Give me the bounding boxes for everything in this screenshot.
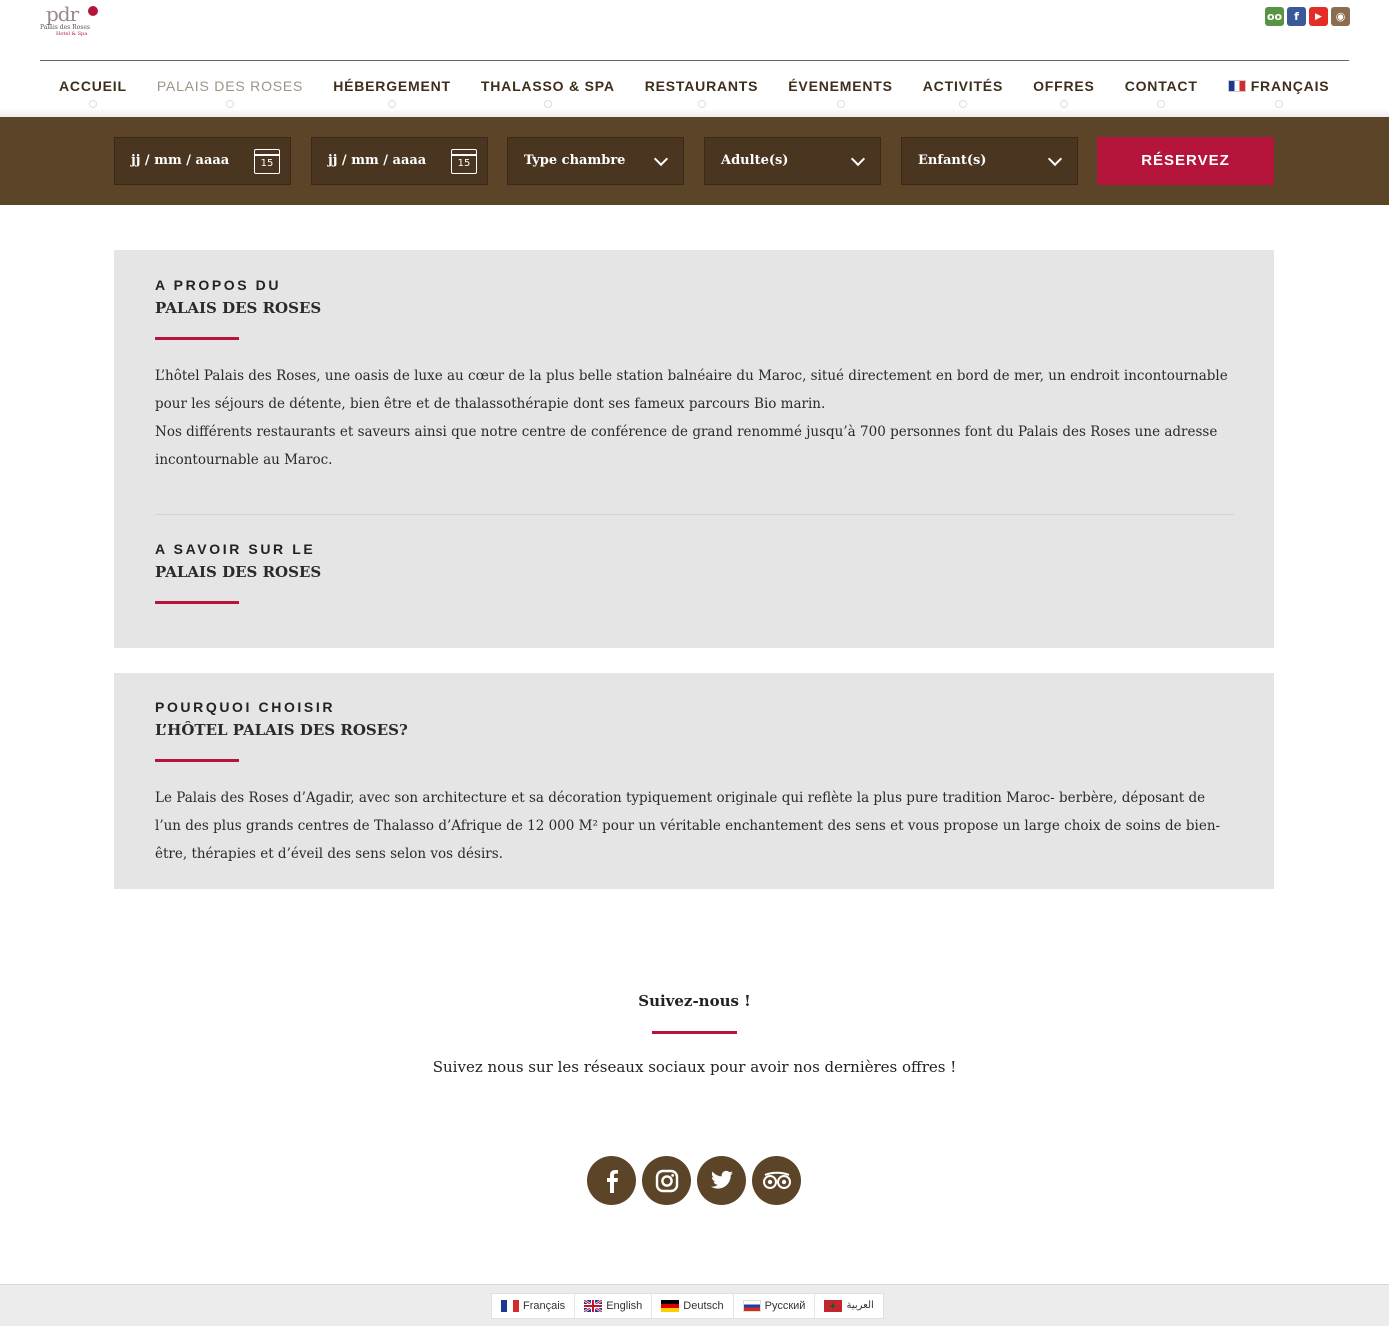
youtube-icon[interactable]: ▶ — [1309, 7, 1328, 26]
about-section: A PROPOS DU PALAIS DES ROSES L’hôtel Pal… — [114, 250, 1274, 648]
facebook-icon[interactable] — [587, 1156, 636, 1205]
logo-mark: pdr — [46, 2, 79, 26]
facebook-icon[interactable]: f — [1287, 7, 1306, 26]
nav-accueil[interactable]: ACCUEIL — [44, 72, 142, 108]
about-paragraph-2: Nos différents restaurants et saveurs ai… — [155, 424, 1218, 468]
rose-icon — [88, 6, 98, 16]
why-section: POURQUOI CHOISIR L’HÔTEL PALAIS DES ROSE… — [114, 673, 1274, 889]
german-flag-icon — [661, 1300, 680, 1312]
why-title: L’HÔTEL PALAIS DES ROSES? — [155, 721, 408, 739]
about-title: PALAIS DES ROSES — [155, 299, 322, 317]
social-top: oo f ▶ ◉ — [1265, 7, 1350, 26]
about-paragraph-1: L’hôtel Palais des Roses, une oasis de l… — [155, 368, 1228, 412]
site-header: pdr Palais des Roses Hotel & Spa oo f ▶ … — [0, 0, 1389, 112]
follow-title: Suivez-nous ! — [638, 992, 751, 1010]
uk-flag-icon — [584, 1300, 603, 1312]
lang-arabic[interactable]: العربية — [815, 1294, 882, 1318]
logo-subtitle: Palais des Roses — [40, 24, 90, 31]
header-divider — [40, 60, 1349, 61]
social-circles — [587, 1156, 801, 1205]
room-type-select[interactable]: Type chambre — [507, 137, 684, 185]
moroccan-flag-icon — [824, 1300, 843, 1312]
nav-restaurants[interactable]: RESTAURANTS — [630, 72, 774, 108]
follow-text: Suivez nous sur les réseaux sociaux pour… — [432, 1058, 957, 1076]
russian-flag-icon — [742, 1300, 761, 1312]
calendar-icon[interactable]: 15 — [451, 149, 477, 174]
lang-russian[interactable]: Русский — [734, 1294, 816, 1318]
calendar-icon[interactable]: 15 — [254, 149, 280, 174]
header-shadow — [0, 108, 1389, 117]
instagram-icon[interactable]: ◉ — [1331, 7, 1350, 26]
lang-english[interactable]: English — [575, 1294, 653, 1318]
booking-bar: jj / mm / aaaa 15 jj / mm / aaaa 15 Type… — [0, 117, 1389, 205]
arrival-date-input[interactable]: jj / mm / aaaa 15 — [114, 137, 291, 185]
nav-thalasso-spa[interactable]: THALASSO & SPA — [466, 72, 630, 108]
know-kicker: A SAVOIR SUR LE — [155, 541, 316, 557]
logo-tagline: Hotel & Spa — [56, 31, 88, 37]
nav-contact[interactable]: CONTACT — [1110, 72, 1213, 108]
why-paragraph: Le Palais des Roses d’Agadir, avec son a… — [155, 790, 1221, 862]
french-flag-icon — [501, 1300, 519, 1312]
nav-offres[interactable]: OFFRES — [1018, 72, 1110, 108]
about-kicker: A PROPOS DU — [155, 277, 282, 293]
adults-select[interactable]: Adulte(s) — [704, 137, 881, 185]
children-select[interactable]: Enfant(s) — [901, 137, 1078, 185]
tripadvisor-icon[interactable]: oo — [1265, 7, 1284, 26]
nav-hebergement[interactable]: HÉBERGEMENT — [318, 72, 466, 108]
departure-date-input[interactable]: jj / mm / aaaa 15 — [311, 137, 488, 185]
language-switcher: Français English Deutsch Русский العربية — [491, 1293, 884, 1319]
tripadvisor-icon[interactable] — [752, 1156, 801, 1205]
chevron-down-icon — [1047, 151, 1063, 167]
french-flag-icon — [1227, 80, 1246, 92]
why-kicker: POURQUOI CHOISIR — [155, 699, 336, 715]
follow-underline — [652, 1031, 737, 1034]
chevron-down-icon — [850, 151, 866, 167]
logo[interactable]: pdr Palais des Roses Hotel & Spa — [40, 2, 102, 40]
lang-french[interactable]: Français — [492, 1294, 576, 1318]
nav-activites[interactable]: ACTIVITÉS — [908, 72, 1018, 108]
know-title: PALAIS DES ROSES — [155, 563, 322, 581]
instagram-icon[interactable] — [642, 1156, 691, 1205]
chevron-down-icon — [653, 151, 669, 167]
nav-palais-des-roses[interactable]: PALAIS DES ROSES — [142, 72, 318, 108]
lang-german[interactable]: Deutsch — [652, 1294, 734, 1318]
reserve-button[interactable]: RÉSERVEZ — [1097, 137, 1274, 185]
nav-language[interactable]: FRANÇAIS — [1213, 72, 1345, 108]
know-underline — [155, 601, 239, 604]
twitter-icon[interactable] — [697, 1156, 746, 1205]
main-nav: ACCUEIL PALAIS DES ROSES HÉBERGEMENT THA… — [44, 72, 1345, 108]
language-bar: Français English Deutsch Русский العربية — [0, 1284, 1389, 1326]
nav-evenements[interactable]: ÉVENEMENTS — [773, 72, 907, 108]
